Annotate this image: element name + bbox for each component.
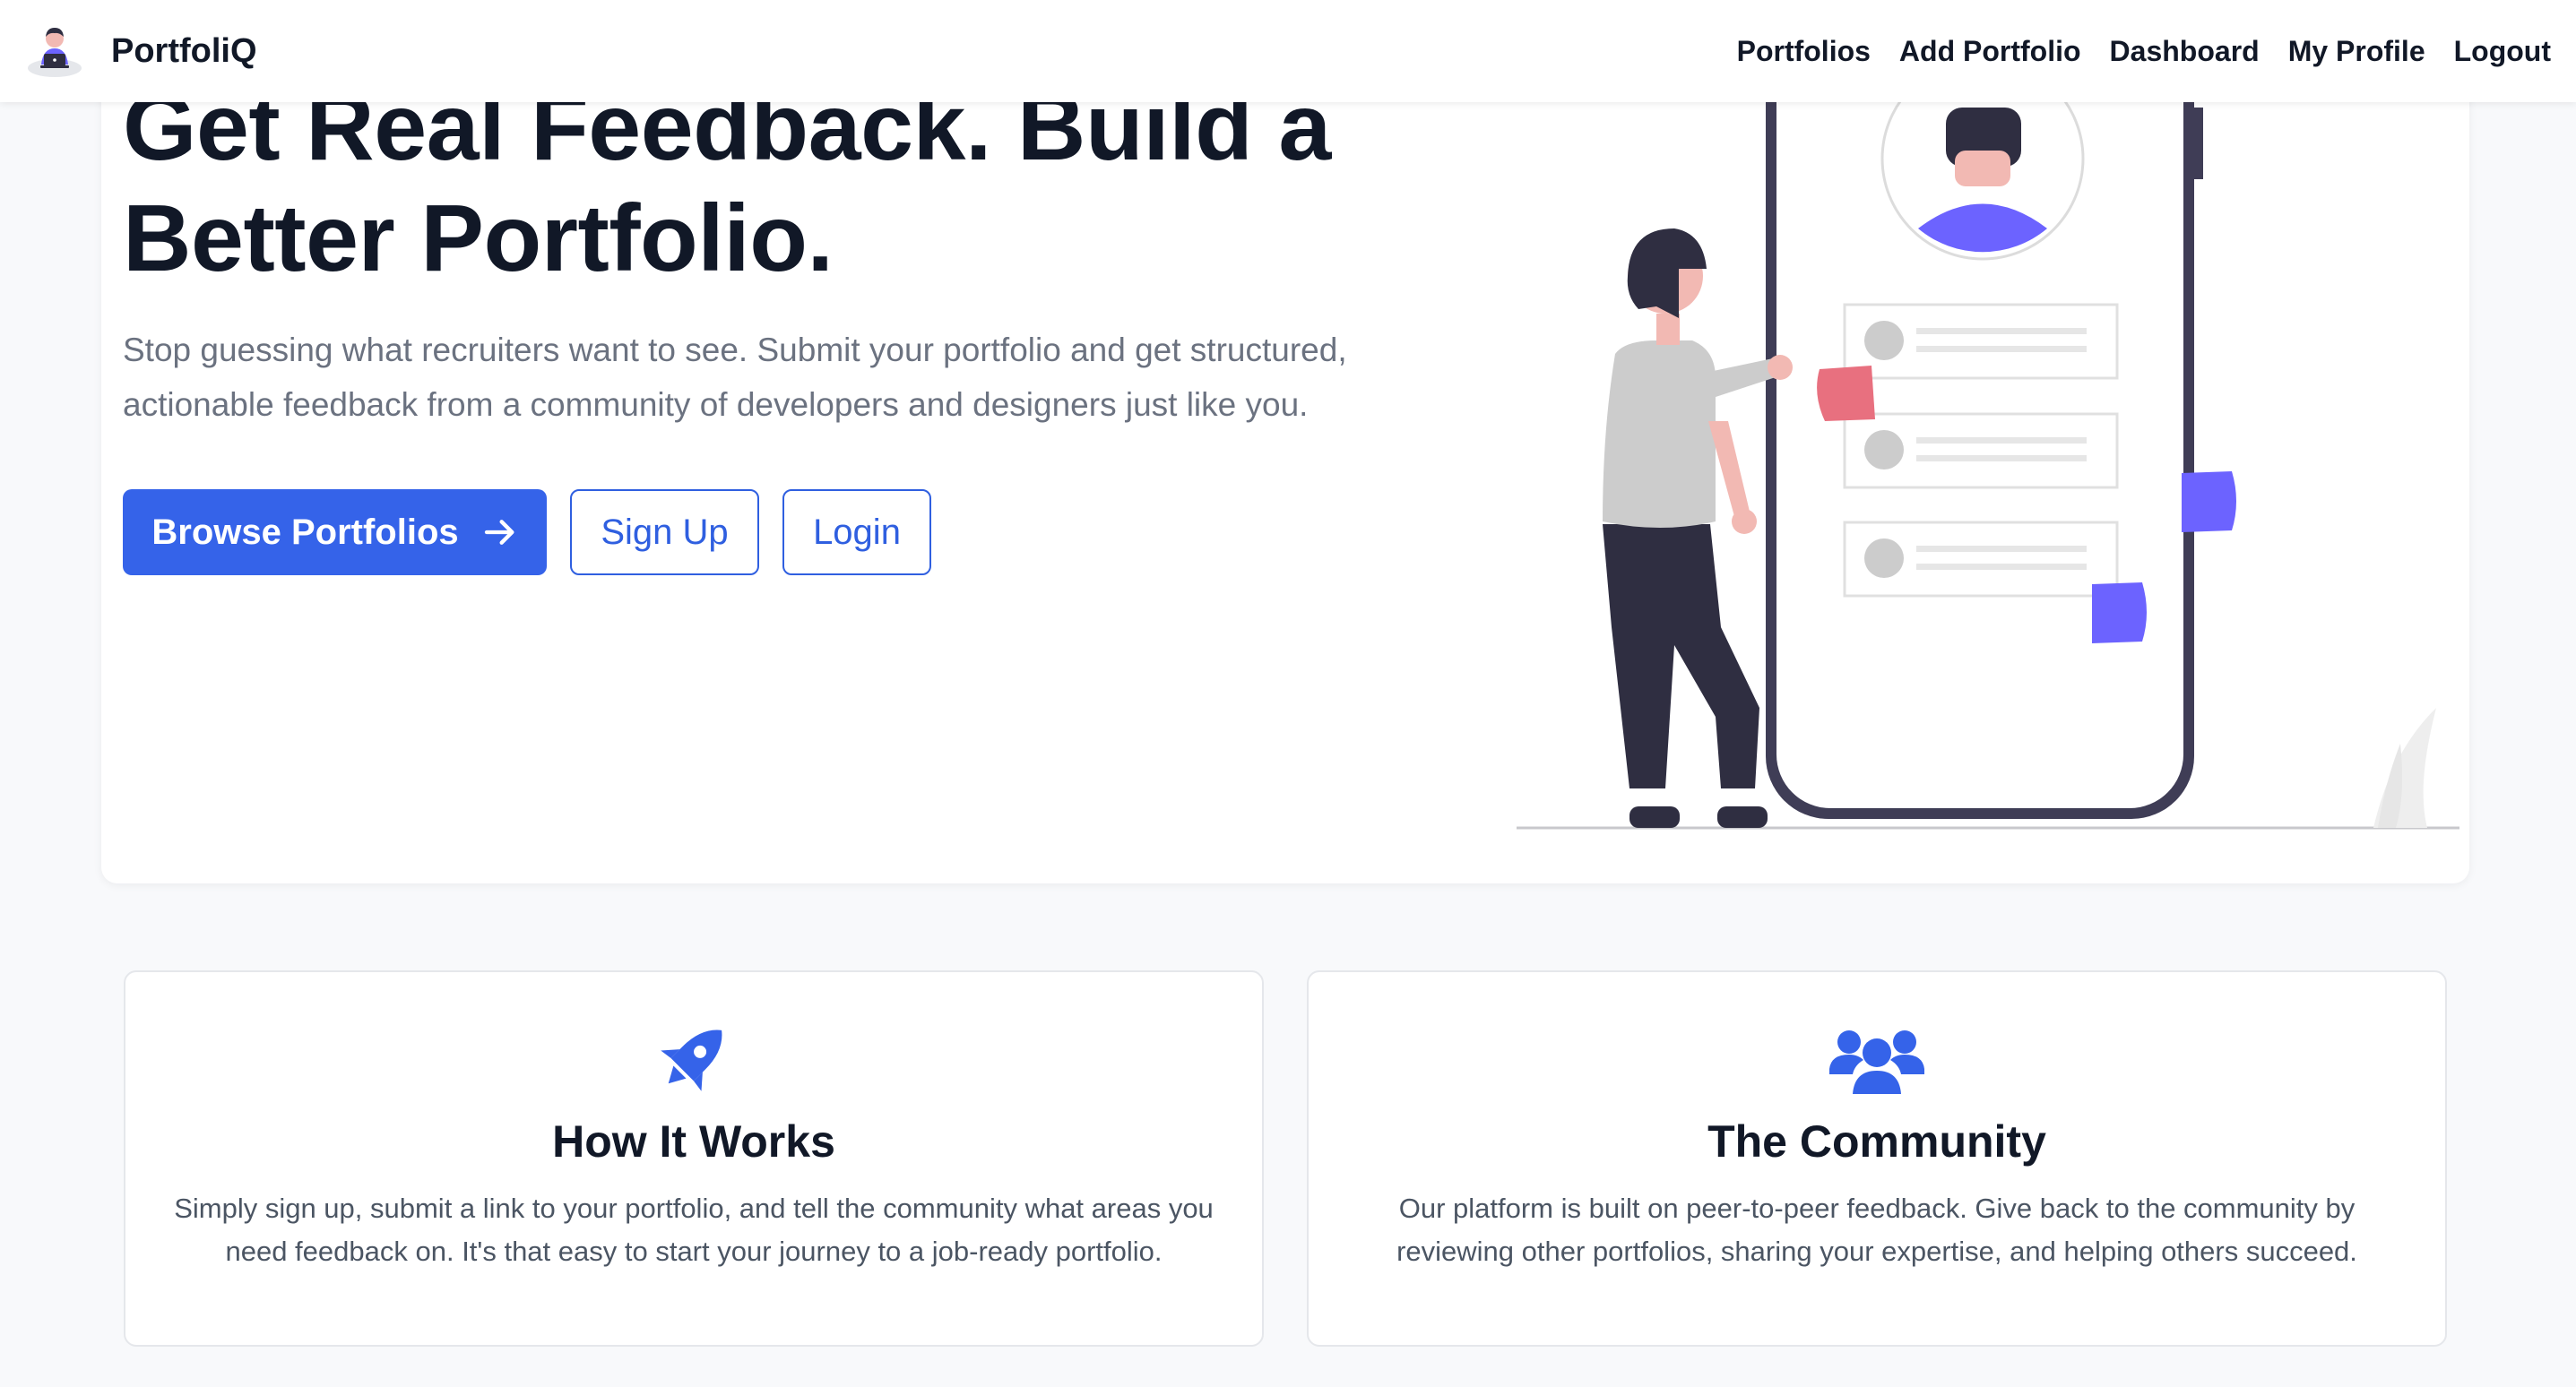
sign-up-button[interactable]: Sign Up	[570, 489, 759, 575]
page: Get Real Feedback. Build a Better Portfo…	[0, 0, 2576, 1387]
nav-item-my-profile[interactable]: My Profile	[2288, 35, 2425, 68]
hero-card: Get Real Feedback. Build a Better Portfo…	[101, 54, 2469, 883]
feature-card-how-it-works: How It Works Simply sign up, submit a li…	[124, 970, 1264, 1347]
feature-title: The Community	[1707, 1116, 2046, 1167]
nav-item-dashboard[interactable]: Dashboard	[2110, 35, 2260, 68]
browse-portfolios-button[interactable]: Browse Portfolios	[123, 489, 547, 575]
brand-name: PortfoliQ	[111, 31, 257, 70]
nav-links: Portfolios Add Portfolio Dashboard My Pr…	[1737, 35, 2551, 68]
hero-subtitle: Stop guessing what recruiters want to se…	[123, 332, 1347, 423]
login-button[interactable]: Login	[782, 489, 931, 575]
nav-item-logout[interactable]: Logout	[2454, 35, 2551, 68]
avatar-laptop-logo-icon	[28, 28, 82, 77]
brand[interactable]: PortfoliQ	[25, 22, 257, 81]
feature-text: Simply sign up, submit a link to your po…	[174, 1193, 1214, 1267]
users-icon	[1829, 1030, 1924, 1094]
hero-illustration	[1517, 54, 2459, 830]
nav-item-portfolios[interactable]: Portfolios	[1737, 35, 1871, 68]
navbar: PortfoliQ Portfolios Add Portfolio Dashb…	[0, 0, 2576, 102]
rocket-icon	[661, 1029, 722, 1091]
feature-title: How It Works	[552, 1116, 835, 1167]
sign-up-label: Sign Up	[601, 512, 729, 552]
login-label: Login	[813, 512, 901, 552]
hero-buttons: Browse Portfolios Sign Up Login	[123, 489, 931, 575]
nav-item-add-portfolio[interactable]: Add Portfolio	[1899, 35, 2081, 68]
feature-text: Our platform is built on peer-to-peer fe…	[1396, 1193, 2357, 1267]
browse-portfolios-label: Browse Portfolios	[151, 512, 459, 552]
arrow-right-icon	[484, 520, 514, 545]
hero-title: Get Real Feedback. Build a Better Portfo…	[123, 74, 1331, 291]
feature-card-community: The Community Our platform is built on p…	[1307, 970, 2447, 1347]
